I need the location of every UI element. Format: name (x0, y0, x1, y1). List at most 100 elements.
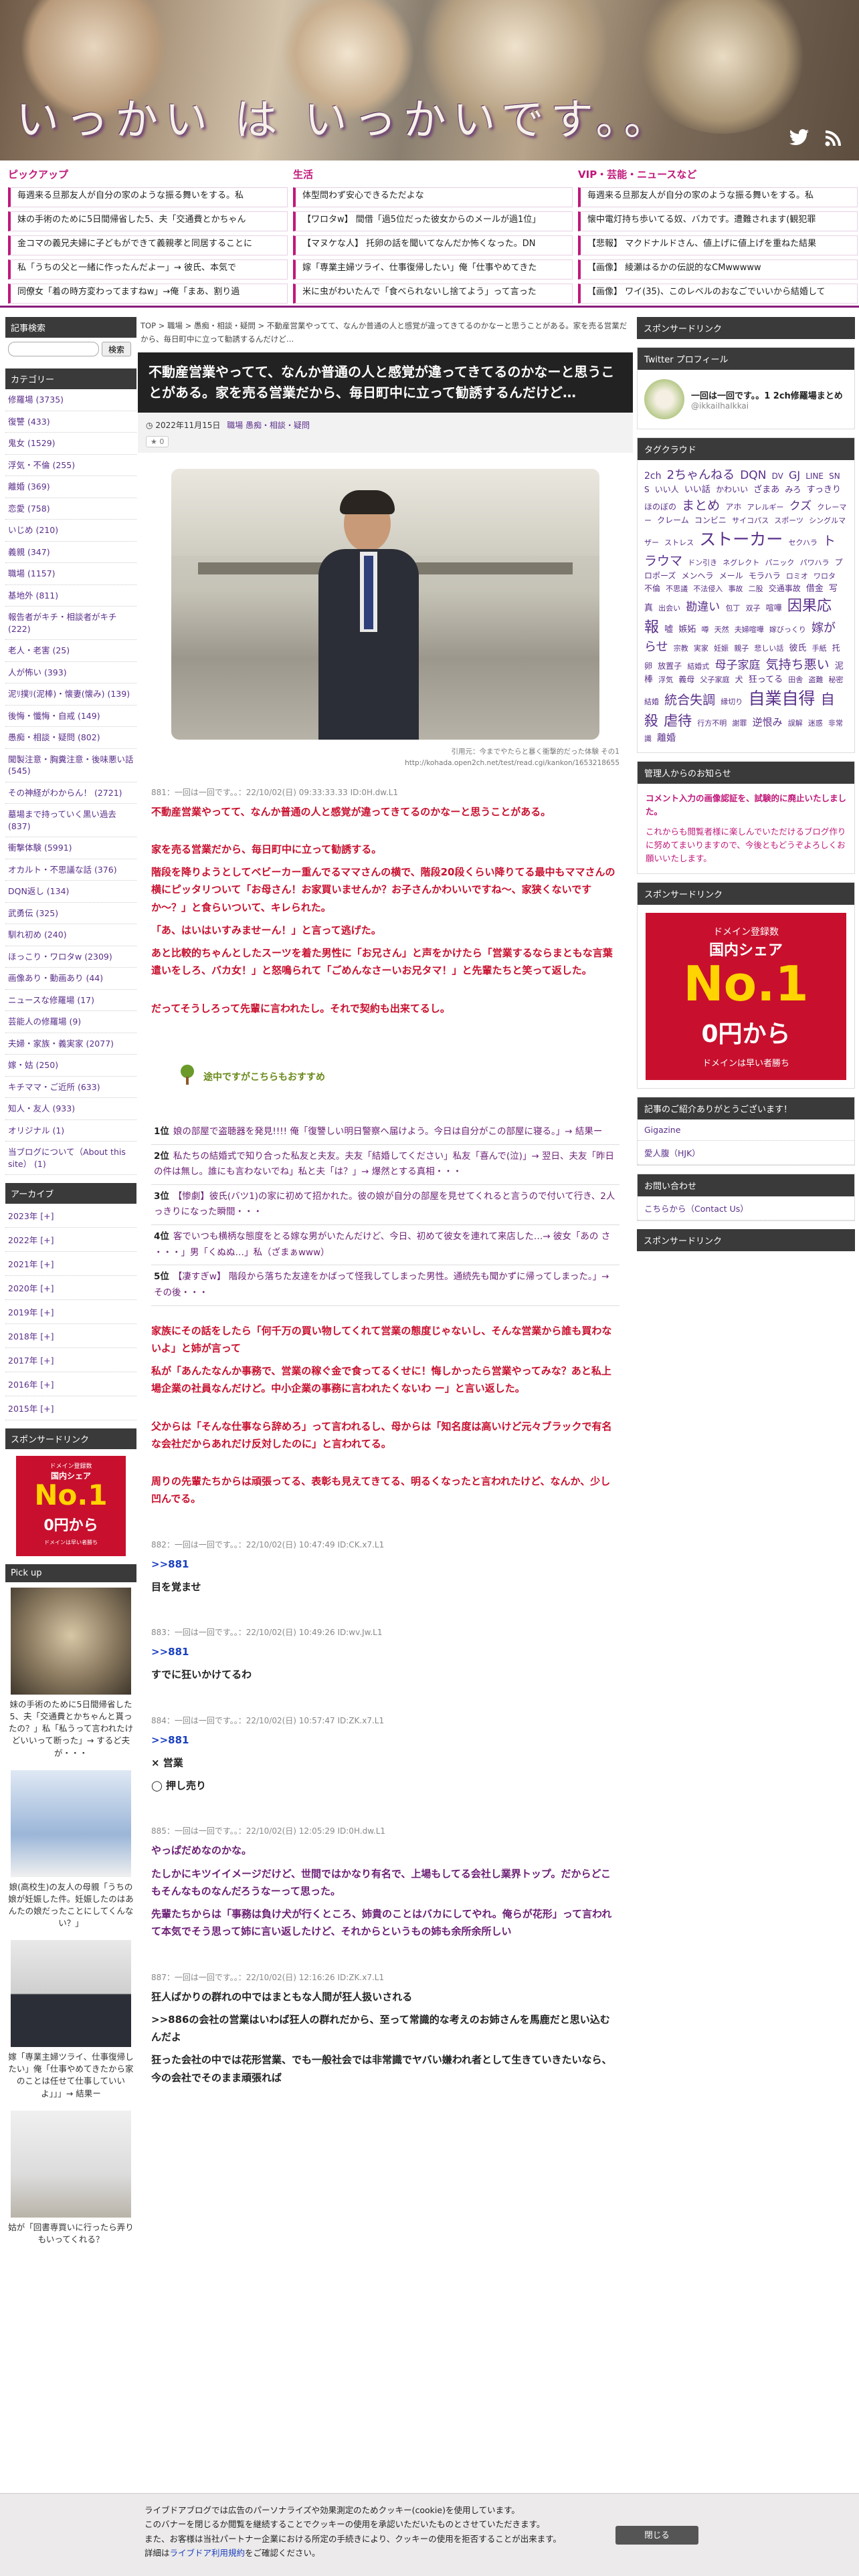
pickup-headline-link[interactable]: 【ワロタw】 間借「過5位だった彼女からのメールが過1位」 (293, 211, 573, 231)
category-link[interactable]: 聞製注意・胸糞注意・後味悪い話 (545) (5, 749, 136, 782)
star-button[interactable]: ★ 0 (146, 436, 169, 448)
tag-link[interactable]: 喧嘩 (766, 603, 782, 613)
pickup-headline-link[interactable]: 嫁「専業主婦ツライ、仕事復帰したい」俺「仕事やめてきた (293, 259, 573, 280)
tag-link[interactable]: 自業自得 (748, 689, 815, 708)
tag-link[interactable]: 放置子 (658, 661, 682, 671)
archive-year-link[interactable]: 2022年 [+] (5, 1228, 136, 1252)
category-link[interactable]: オリジナル (1) (5, 1120, 136, 1142)
tag-link[interactable]: 勘違い (686, 601, 720, 614)
category-link[interactable]: 老人・老害 (25) (5, 640, 136, 662)
tag-link[interactable]: 双子 (746, 604, 761, 613)
tag-link[interactable]: 出会い (658, 604, 680, 613)
tag-link[interactable]: GJ (789, 469, 800, 481)
recommend-item[interactable]: 3位 【惨劇】彼氏(バツ1)の家に初めて招かれた。彼の娘が自分の部屋を見せてくれる… (151, 1185, 619, 1226)
tag-link[interactable]: 父子家庭 (700, 675, 729, 684)
category-link[interactable]: 人が怖い (393) (5, 662, 136, 683)
tag-link[interactable]: 実家 (694, 644, 708, 653)
tag-link[interactable]: DV (772, 471, 783, 481)
tag-link[interactable]: すっきり (807, 485, 841, 495)
tag-link[interactable]: メンヘラ (682, 571, 714, 580)
category-link[interactable]: 鬼女 (1529) (5, 433, 136, 455)
tag-link[interactable]: 離婚 (657, 733, 676, 744)
article-tags[interactable]: 職場 愚痴・相談・疑問 (227, 421, 310, 430)
tag-link[interactable]: 誤解 (788, 719, 803, 728)
twitter-profile[interactable]: 一回は一回です。。1 2ch修羅場まとめ @ikkaiIhaIkkai (638, 370, 854, 429)
tag-link[interactable]: みろ (785, 485, 801, 494)
tag-link[interactable]: 義母 (678, 675, 694, 684)
tag-link[interactable]: かわいい (716, 485, 748, 494)
tag-link[interactable]: 宗教 (674, 644, 688, 653)
tag-link[interactable]: ざまあ (753, 485, 779, 495)
domain-ad-banner[interactable]: ドメイン登録数 国内シェア No.1 0円から ドメインは早い者勝ち (16, 1456, 126, 1556)
tag-link[interactable]: 狂ってる (749, 675, 783, 685)
tag-link[interactable]: 借金 (806, 584, 824, 594)
tag-link[interactable]: セクハラ (788, 538, 817, 547)
pickup-item[interactable]: 嫁「専業主婦ツライ、仕事復帰したい」俺「仕事やめてきたから家のことは任せて仕事し… (5, 1935, 136, 2105)
tag-link[interactable]: ワロタ (814, 572, 836, 580)
tag-link[interactable]: 手紙 (812, 644, 827, 653)
tag-link[interactable]: 縁切り (721, 697, 743, 706)
tag-link[interactable]: アレルギー (747, 503, 783, 512)
category-link[interactable]: 職場 (1157) (5, 563, 136, 585)
pickup-headline-link[interactable]: 金コマの義兄夫婦に子どもができて義親孝と同居することに (8, 235, 288, 255)
tag-link[interactable]: 天然 (714, 625, 729, 634)
domain-ad-banner[interactable]: ドメイン登録数 国内シェア No.1 0円から ドメインは早い者勝ち (646, 912, 846, 1080)
tag-link[interactable]: 噂 (701, 625, 708, 634)
breadcrumb[interactable]: TOP > 職場 > 愚痴・相談・疑問 > 不動産営業やってて、なんか普通の人と… (138, 317, 633, 352)
pickup-item[interactable]: 妹の手術のために5日間帰省した5、夫「交通費とかちゃんと貰ったの？」私「私うって… (5, 1582, 136, 1765)
tag-link[interactable]: スポーツ (774, 516, 803, 525)
tag-link[interactable]: 妊娠 (714, 644, 729, 653)
tag-link[interactable]: 嫉妬 (678, 625, 696, 635)
archive-year-link[interactable]: 2019年 [+] (5, 1300, 136, 1324)
category-link[interactable]: 芸能人の修羅場 (9) (5, 1011, 136, 1033)
category-link[interactable]: 衝撃体験 (5991) (5, 837, 136, 859)
pickup-item[interactable]: 姑が「回書専買いに行ったら弄りもいってくれる？ (5, 2105, 136, 2251)
pickup-headline-link[interactable]: 【画像】 ワイ(35)、このレベルのおなごでいいから結婚して (578, 284, 858, 304)
category-link[interactable]: キチママ・ご近所 (633) (5, 1077, 136, 1098)
category-link[interactable]: 馴れ初め (240) (5, 924, 136, 946)
reply-anchor-link[interactable]: >>881 (151, 1731, 619, 1749)
category-link[interactable]: 義親 (347) (5, 542, 136, 563)
category-link[interactable]: 泥ﾘ撲ﾘ(泥棒)・懐妻(懐み) (139) (5, 683, 136, 706)
tag-link[interactable]: 謝罪 (732, 719, 747, 728)
pickup-headline-link[interactable]: 毎週来る旦那友人が自分の家のような振る舞いをする。私 (578, 187, 858, 207)
category-link[interactable]: オカルト・不思議な話 (376) (5, 859, 136, 881)
recommend-item[interactable]: 4位 客でいつも横柄な態度をとる嫁な男がいたんだけど、今日、初めて彼女を連れて来店… (151, 1225, 619, 1266)
tag-link[interactable]: いい人 (655, 485, 679, 494)
archive-year-link[interactable]: 2023年 [+] (5, 1204, 136, 1228)
tag-link[interactable]: 事故 (728, 584, 743, 593)
tag-link[interactable]: ロミオ (786, 572, 808, 580)
tag-link[interactable]: 2ちゃんねる (667, 468, 735, 482)
category-link[interactable]: 基地外 (811) (5, 585, 136, 607)
pickup-headline-link[interactable]: 妹の手術のために5日間帰省した5、夫「交通費とかちゃん (8, 211, 288, 231)
tag-link[interactable]: ストレス (664, 538, 694, 547)
tag-link[interactable]: 交通事故 (769, 584, 801, 593)
tag-link[interactable]: クレーム (657, 516, 689, 525)
tag-link[interactable]: 嫁びっくり (769, 625, 806, 634)
pickup-headline-link[interactable]: 私「うちの父と一緒に作ったんだよー」→ 彼氏、本気で (8, 259, 288, 280)
tag-link[interactable]: 2ch (644, 471, 661, 481)
tag-link[interactable]: ドン引き (688, 558, 717, 567)
tag-link[interactable]: 親子 (734, 644, 749, 653)
terms-link[interactable]: ライブドア利用規約 (170, 2548, 246, 2558)
search-button[interactable]: 検索 (102, 342, 131, 356)
category-link[interactable]: 後悔・懺悔・自戒 (149) (5, 706, 136, 727)
category-link[interactable]: いじめ (210) (5, 520, 136, 542)
pickup-headline-link[interactable]: 【画像】 綾瀬はるかの伝説的なCMwwwww (578, 259, 858, 280)
reply-anchor-link[interactable]: >>881 (151, 1643, 619, 1660)
rss-icon[interactable] (824, 128, 843, 152)
tag-link[interactable]: 母子家庭 (714, 659, 760, 672)
search-input[interactable] (8, 342, 99, 356)
category-link[interactable]: ほっこり・ワロタw (2309) (5, 946, 136, 968)
archive-year-link[interactable]: 2021年 [+] (5, 1252, 136, 1276)
tag-link[interactable]: ネグレクト (723, 558, 759, 567)
tag-link[interactable]: ほのぼの (644, 502, 676, 512)
archive-year-link[interactable]: 2020年 [+] (5, 1276, 136, 1300)
tag-link[interactable]: クズ (789, 500, 812, 513)
category-link[interactable]: 武勇伝 (325) (5, 903, 136, 924)
tag-link[interactable]: 嘘 (664, 625, 673, 635)
tag-link[interactable]: 夫婦喧嘩 (735, 625, 764, 634)
category-link[interactable]: 浮気・不倫 (255) (5, 455, 136, 476)
intro-link[interactable]: Gigazine (638, 1119, 854, 1141)
tag-link[interactable]: 不法侵入 (693, 584, 723, 593)
